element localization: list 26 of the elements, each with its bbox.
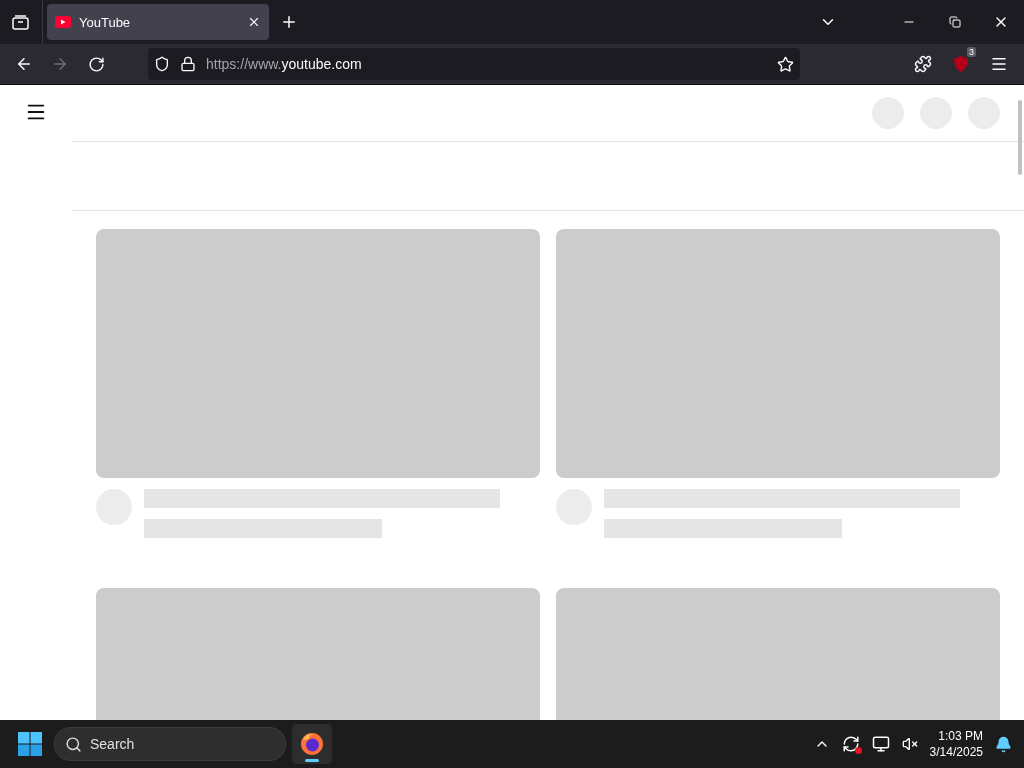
bell-icon[interactable] bbox=[995, 735, 1012, 753]
tab-list-icon[interactable] bbox=[11, 14, 29, 30]
shield-icon[interactable] bbox=[154, 56, 170, 72]
back-icon[interactable] bbox=[15, 55, 33, 73]
sync-icon[interactable] bbox=[841, 735, 860, 753]
restore-icon[interactable] bbox=[949, 16, 961, 28]
monitor-icon[interactable] bbox=[871, 735, 890, 753]
taskbar-search-field[interactable]: Search bbox=[54, 727, 286, 761]
browser-taskbar-button[interactable] bbox=[292, 724, 332, 764]
lock-icon[interactable] bbox=[180, 56, 196, 72]
video-play-icon bbox=[55, 16, 71, 28]
browser-tab[interactable]: YouTube bbox=[47, 4, 269, 40]
scrollbar[interactable] bbox=[1018, 100, 1022, 175]
clock[interactable]: 1:03 PM 3/14/2025 bbox=[929, 728, 983, 760]
reload-icon[interactable] bbox=[87, 55, 105, 73]
muted-speaker-icon[interactable] bbox=[901, 736, 918, 752]
count-badge: 3 bbox=[967, 47, 976, 57]
search-icon bbox=[65, 735, 82, 753]
menu-icon[interactable] bbox=[990, 55, 1008, 73]
bookmark-star-icon[interactable] bbox=[777, 55, 794, 73]
new-tab-icon[interactable] bbox=[280, 13, 298, 31]
address-bar[interactable]: https://www.youtube.com bbox=[148, 48, 800, 80]
puzzle-piece-icon[interactable] bbox=[914, 55, 932, 73]
browser-logo-icon bbox=[300, 732, 324, 756]
start-icon[interactable] bbox=[18, 732, 42, 756]
close-tab-icon[interactable] bbox=[247, 15, 261, 29]
